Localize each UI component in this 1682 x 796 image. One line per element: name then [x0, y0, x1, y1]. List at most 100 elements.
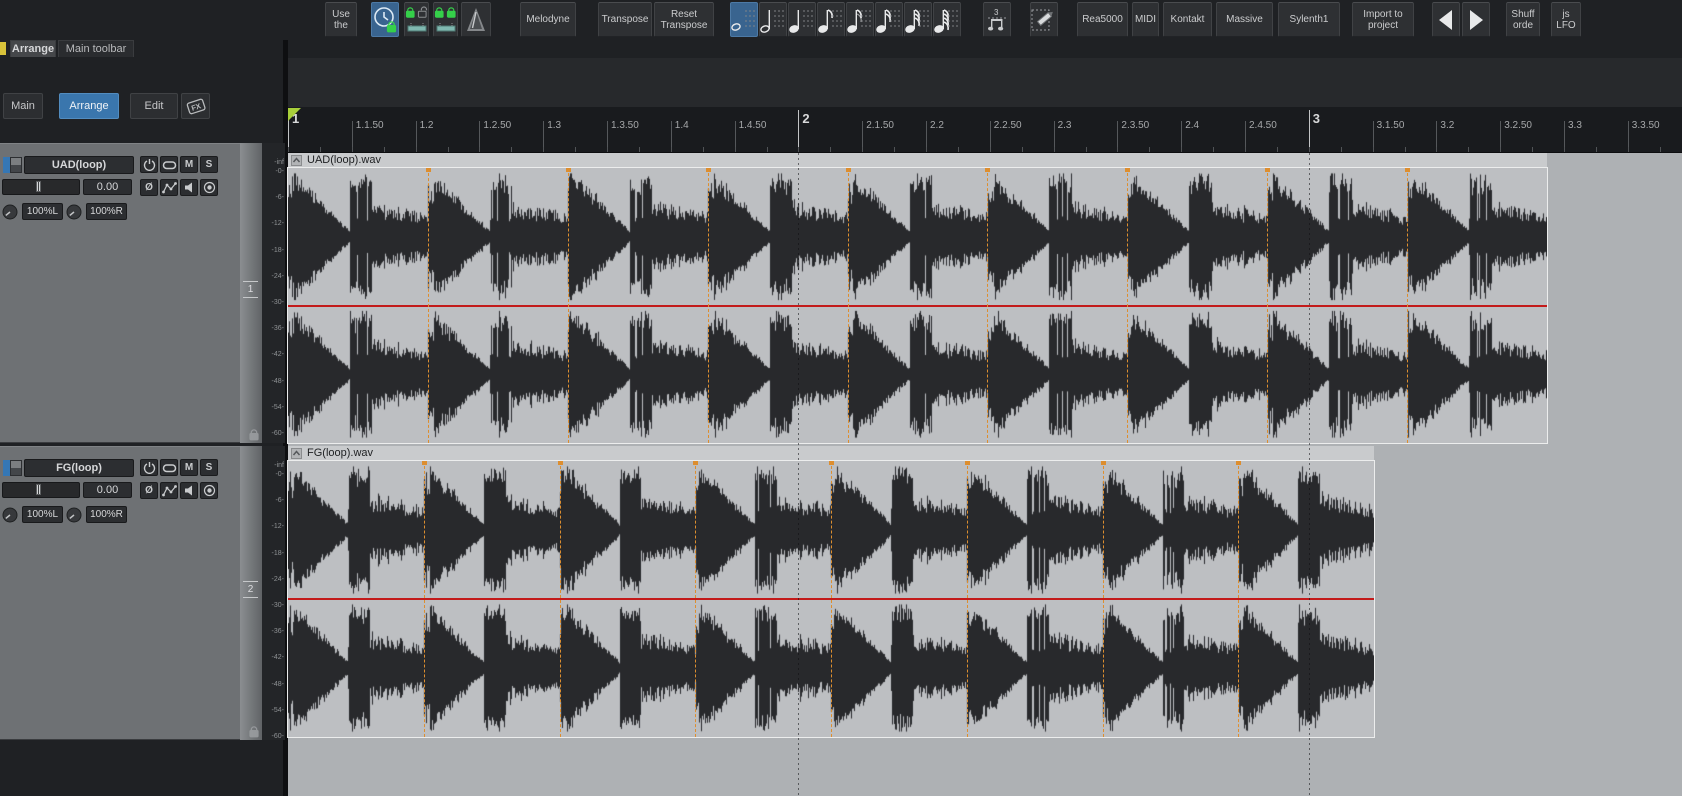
pan-right-knob[interactable] — [66, 204, 82, 220]
time-lock-button[interactable] — [371, 2, 399, 37]
media-item-UAD(loop)[interactable] — [287, 167, 1548, 444]
stretch-marker[interactable] — [426, 168, 431, 443]
solo-button[interactable]: S — [200, 156, 218, 173]
grid-thirtysecond-note-button[interactable] — [904, 2, 932, 37]
sylenth1-button[interactable]: Sylenth1 — [1278, 2, 1340, 37]
stretch-marker[interactable] — [1236, 461, 1241, 737]
track-color-chip[interactable] — [3, 157, 10, 173]
track-power-button[interactable] — [140, 459, 158, 476]
volume-slider-thumb[interactable] — [36, 484, 41, 495]
track-icon-chip[interactable] — [10, 157, 22, 173]
nav-previous-button[interactable] — [1432, 2, 1460, 37]
phase-invert-button[interactable]: Ø — [140, 179, 158, 196]
grid-quarter-note-button[interactable] — [788, 2, 816, 37]
stretch-marker[interactable] — [706, 168, 711, 443]
melodyne-button[interactable]: Melodyne — [520, 2, 576, 37]
volume-value[interactable]: 0.00 — [83, 179, 132, 195]
lock-pair-mixed-button[interactable] — [404, 2, 429, 37]
ruler-minor-tick — [1181, 147, 1183, 152]
kontakt-button[interactable]: Kontakt — [1163, 2, 1212, 37]
stretch-marker[interactable] — [1101, 461, 1106, 737]
rea5000-button[interactable]: Rea5000 — [1077, 2, 1128, 37]
solo-button[interactable]: S — [200, 459, 218, 476]
envelope-button[interactable] — [160, 482, 178, 499]
grid-half-note-button[interactable] — [759, 2, 787, 37]
triplet-grid-button[interactable]: 3 — [983, 2, 1011, 37]
grid-eighth-note-button[interactable] — [817, 2, 845, 37]
mute-button[interactable]: M — [180, 459, 198, 476]
track-route-button[interactable] — [160, 156, 178, 173]
stretch-marker[interactable] — [985, 168, 990, 443]
record-arm-button[interactable] — [200, 179, 218, 196]
reset-transpose-button[interactable]: Reset Transpose — [654, 2, 714, 37]
pan-right-knob[interactable] — [66, 507, 82, 523]
item-label-bar[interactable]: FG(loop).wav — [288, 446, 1374, 461]
tab-arrange[interactable]: Arrange — [10, 40, 56, 57]
track-power-button[interactable] — [140, 156, 158, 173]
stretch-marker[interactable] — [693, 461, 698, 737]
item-label-bar[interactable]: UAD(loop).wav — [288, 153, 1547, 168]
stretch-marker[interactable] — [1405, 168, 1410, 443]
mute-button[interactable]: M — [180, 156, 198, 173]
item-collapse-icon[interactable] — [291, 447, 302, 459]
pan-left-label: 100%L — [22, 506, 63, 523]
stretch-marker[interactable] — [558, 461, 563, 737]
track-name-field[interactable]: UAD(loop) — [24, 156, 134, 174]
track-name-field[interactable]: FG(loop) — [24, 459, 134, 477]
stretch-marker[interactable] — [846, 168, 851, 443]
grid-sixtyfourth-note-button[interactable] — [933, 2, 961, 37]
grid-eighth-note-b-button[interactable] — [846, 2, 874, 37]
grid-whole-note-button[interactable] — [730, 2, 758, 37]
db-scale-label: -42- — [271, 351, 284, 359]
stretch-marker[interactable] — [829, 461, 834, 737]
fx-stamp-button[interactable]: FX — [181, 93, 210, 119]
lock-pair-green-button[interactable] — [433, 2, 458, 37]
stretch-marker[interactable] — [1125, 168, 1130, 443]
phase-invert-button[interactable]: Ø — [140, 482, 158, 499]
record-arm-button[interactable] — [200, 482, 218, 499]
tab-main-toolbar[interactable]: Main toolbar — [58, 40, 134, 57]
stretch-marker[interactable] — [422, 461, 427, 737]
stretch-marker[interactable] — [566, 168, 571, 443]
midi-button[interactable]: MIDI — [1132, 2, 1159, 37]
nav-next-button[interactable] — [1462, 2, 1490, 37]
draw-grid-button[interactable] — [1030, 2, 1058, 37]
track-number-strip[interactable]: 2 — [240, 446, 262, 740]
stretch-marker[interactable] — [965, 461, 970, 737]
item-collapse-icon[interactable] — [291, 154, 302, 166]
volume-slider[interactable] — [2, 179, 80, 195]
volume-value[interactable]: 0.00 — [83, 482, 132, 498]
js-lfo-button[interactable]: js LFO — [1551, 2, 1581, 37]
track-route-button[interactable] — [160, 459, 178, 476]
ruler-minor-tick — [1117, 147, 1119, 152]
track-lock-icon[interactable] — [249, 428, 260, 441]
ruler-label: 2.2 — [930, 120, 944, 131]
track-lock-icon[interactable] — [249, 725, 260, 738]
volume-slider[interactable] — [2, 482, 80, 498]
media-item-FG(loop)[interactable] — [287, 460, 1375, 738]
ruler-minor-tick — [1245, 147, 1246, 152]
grid-sixteenth-note-button[interactable] — [875, 2, 903, 37]
pan-left-knob[interactable] — [2, 507, 18, 523]
docker-corner-icon — [0, 42, 6, 55]
shuffle-order-button[interactable]: Shuff orde — [1506, 2, 1540, 37]
timeline-ruler[interactable]: 1 1.1.50 1.2 1.2.50 1.3 1.3.50 1.4 1.4.50 2 2.1.5… — [285, 107, 1682, 153]
stretch-marker[interactable] — [1265, 168, 1270, 443]
use-the-button[interactable]: Use the — [325, 2, 357, 37]
envelope-button[interactable] — [160, 179, 178, 196]
dock-tab-arrange[interactable]: Arrange — [59, 93, 119, 119]
metronome-button[interactable] — [461, 2, 491, 37]
monitor-button[interactable] — [180, 482, 198, 499]
volume-slider-thumb[interactable] — [36, 181, 41, 192]
track-icon-chip[interactable] — [10, 460, 22, 476]
import-to-project-button[interactable]: Import to project — [1352, 2, 1414, 37]
dock-tab-edit[interactable]: Edit — [130, 93, 178, 119]
pan-left-knob[interactable] — [2, 204, 18, 220]
loop-start-marker[interactable] — [288, 108, 301, 121]
track-color-chip[interactable] — [3, 460, 10, 476]
transpose-button[interactable]: Transpose — [598, 2, 652, 37]
monitor-button[interactable] — [180, 179, 198, 196]
massive-button[interactable]: Massive — [1216, 2, 1273, 37]
dock-tab-main[interactable]: Main — [3, 93, 43, 119]
track-number-strip[interactable]: 1 — [240, 143, 262, 443]
